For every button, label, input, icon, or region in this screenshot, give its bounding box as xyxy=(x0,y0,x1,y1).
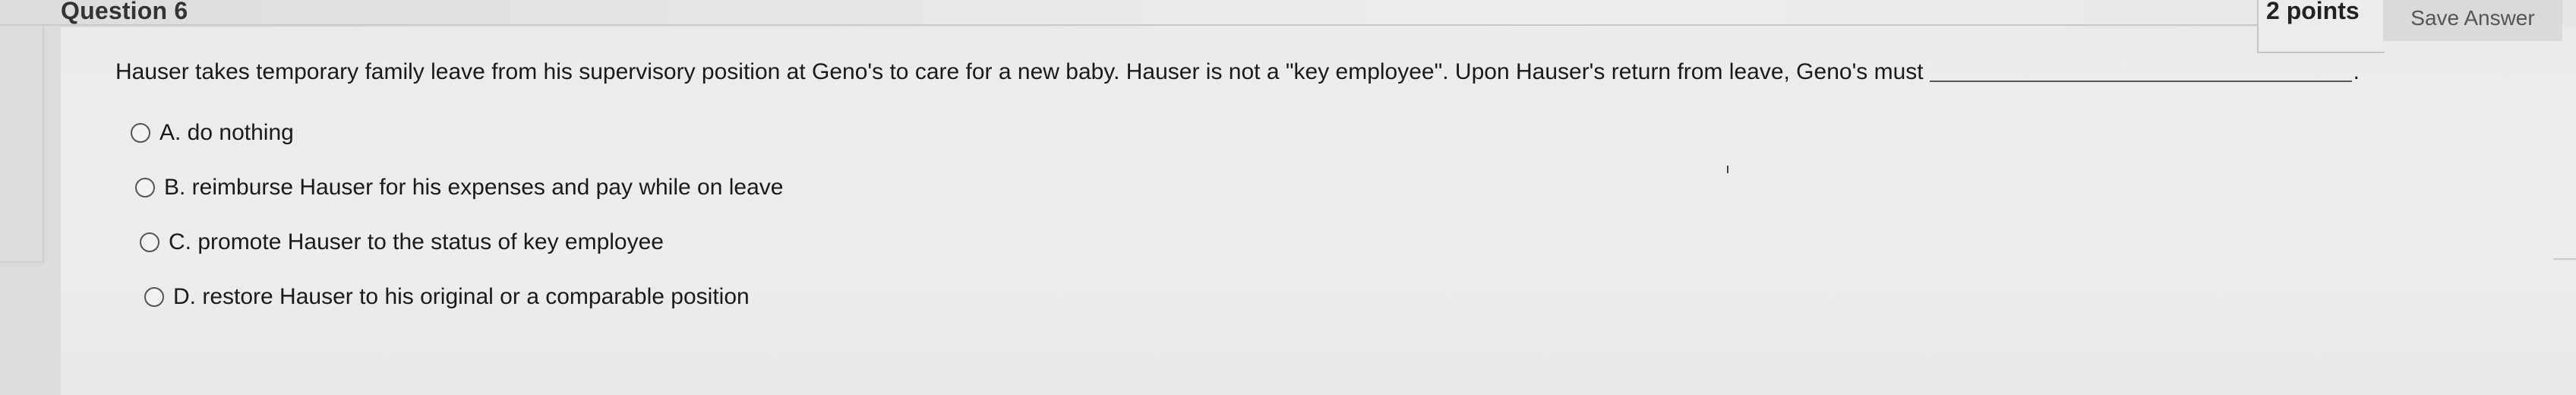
question-prompt: Hauser takes temporary family leave from… xyxy=(115,59,1924,84)
option-d-label: D. restore Hauser to his original or a c… xyxy=(173,284,750,309)
cursor-mark xyxy=(1727,166,1728,173)
question-text: Hauser takes temporary family leave from… xyxy=(115,59,2360,85)
radio-b-icon[interactable] xyxy=(135,178,155,198)
header-divider xyxy=(0,24,2257,26)
right-divider xyxy=(2553,258,2576,260)
quiz-screen: Question 6 2 points Save Answer Hauser t… xyxy=(0,0,2576,395)
radio-a-icon[interactable] xyxy=(131,123,150,143)
radio-c-icon[interactable] xyxy=(140,232,159,252)
answer-blank xyxy=(1929,79,2352,82)
option-d[interactable]: D. restore Hauser to his original or a c… xyxy=(144,284,750,310)
option-c[interactable]: C. promote Hauser to the status of key e… xyxy=(140,229,664,255)
option-a[interactable]: A. do nothing xyxy=(131,120,294,146)
radio-d-icon[interactable] xyxy=(144,287,164,307)
option-b-label: B. reimburse Hauser for his expenses and… xyxy=(164,175,784,200)
points-label: 2 points xyxy=(2266,0,2360,24)
question-period: . xyxy=(2353,59,2360,84)
question-title: Question 6 xyxy=(61,0,188,24)
left-border xyxy=(0,26,44,263)
option-a-label: A. do nothing xyxy=(159,120,294,145)
option-b[interactable]: B. reimburse Hauser for his expenses and… xyxy=(135,175,783,201)
option-c-label: C. promote Hauser to the status of key e… xyxy=(169,229,664,254)
save-answer-button[interactable]: Save Answer xyxy=(2383,0,2562,41)
